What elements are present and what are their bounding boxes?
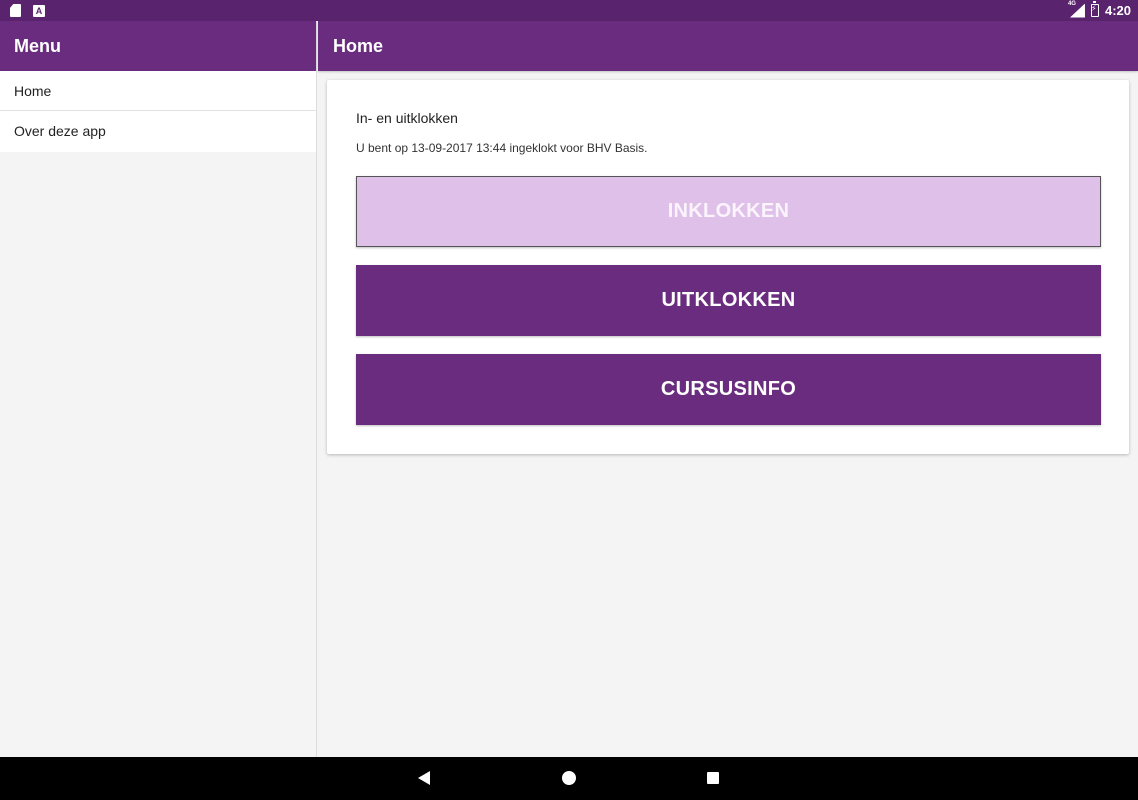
home-icon[interactable] [562,771,576,785]
sd-card-icon [10,4,21,17]
back-icon[interactable] [418,771,430,785]
clock-out-button[interactable]: UITKLOKKEN [356,265,1101,336]
signal-icon: 4G [1067,0,1085,18]
menu-list: Home Over deze app [0,71,316,152]
status-clock: 4:20 [1104,3,1131,18]
clock-in-button[interactable]: INKLOKKEN [356,176,1101,247]
navigation-drawer: Menu Home Over deze app [0,21,317,757]
drawer-title: Menu [0,21,316,71]
system-nav-bar [0,757,1138,800]
menu-item-home[interactable]: Home [0,71,316,111]
menu-item-about[interactable]: Over deze app [0,111,316,152]
card-title: In- en uitklokken [356,110,458,126]
a-notification-icon: A [33,4,45,17]
clock-status-text: U bent op 13-09-2017 13:44 ingeklokt voo… [356,141,648,155]
clock-card: In- en uitklokken U bent op 13-09-2017 1… [327,80,1129,454]
recents-icon[interactable] [707,772,719,784]
course-info-button[interactable]: CURSUSINFO [356,354,1101,425]
page-title: Home [318,21,1138,71]
network-type-label: 4G [1067,0,1076,7]
battery-charging-icon [1090,1,1099,17]
status-bar: A 4G 4:20 [0,0,1138,21]
